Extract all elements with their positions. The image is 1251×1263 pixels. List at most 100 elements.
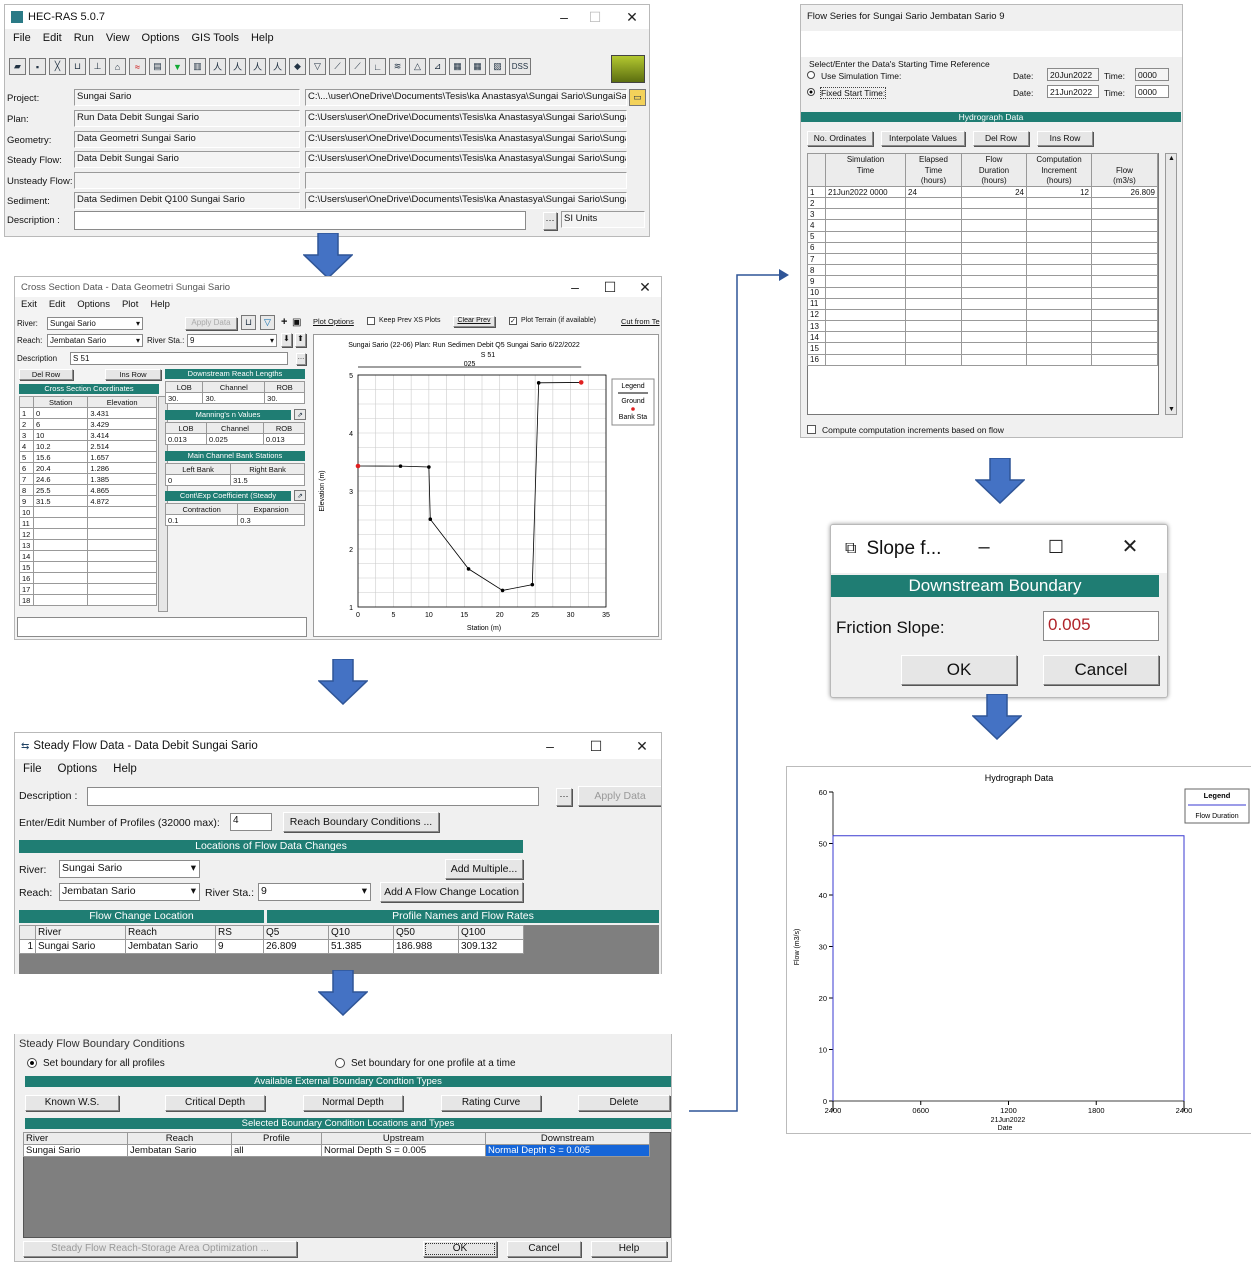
contraction-cell[interactable]: 0.1 (164, 514, 239, 526)
sim-time-cell[interactable] (825, 252, 906, 266)
sim-time-cell[interactable] (825, 342, 906, 355)
table-row[interactable]: 3 10 3.414 (19, 429, 157, 441)
bc-help-button[interactable]: Help (591, 1241, 667, 1257)
compute-increments-checkbox[interactable] (807, 425, 816, 434)
sim-time-cell[interactable]: 21Jun2022 0000 (825, 186, 906, 198)
save-project-icon[interactable]: ▪ (29, 58, 46, 75)
table-row[interactable]: 10 (807, 286, 1158, 299)
station-cell[interactable] (32, 594, 89, 606)
increment-cell[interactable] (1026, 275, 1092, 288)
duration-cell[interactable] (961, 286, 1027, 299)
sediment-run-icon[interactable]: 人 (249, 58, 266, 75)
table-row[interactable]: 16 (19, 572, 157, 584)
detail-table-icon[interactable]: ▦ (449, 58, 466, 75)
table-row[interactable]: 3 (807, 208, 1158, 221)
right-bank-cell[interactable]: 31.5 (230, 474, 305, 486)
table-row[interactable]: 11 (19, 517, 157, 529)
station-cell[interactable] (32, 539, 89, 551)
duration-cell[interactable] (961, 252, 1027, 266)
no-ordinates-button[interactable]: No. Ordinates (807, 131, 873, 146)
table-row[interactable]: 7 24.6 1.385 (19, 473, 157, 485)
flow-cell[interactable] (1091, 353, 1158, 366)
menu-edit[interactable]: Edit (49, 299, 65, 310)
table-row[interactable]: 1 21Jun2022 0000 24 24 12 26.809 (807, 186, 1158, 198)
duration-cell[interactable] (961, 320, 1027, 333)
table-row[interactable]: 7 (807, 252, 1158, 266)
duration-cell[interactable] (961, 342, 1027, 355)
keep-prev-checkbox[interactable] (367, 317, 375, 325)
table-row[interactable]: 1 0 3.431 (19, 407, 157, 419)
table-row[interactable]: 6 20.4 1.286 (19, 462, 157, 474)
table-row[interactable]: 12 (807, 308, 1158, 322)
river-station-select[interactable]: 9 ▾ (187, 334, 277, 347)
sim-time-cell[interactable] (825, 241, 906, 254)
table-row[interactable]: 12 (19, 528, 157, 540)
elapsed-cell[interactable] (905, 308, 962, 322)
elapsed-cell[interactable] (905, 241, 962, 254)
optimization-button[interactable]: Steady Flow Reach-Storage Area Optimizat… (23, 1241, 297, 1257)
increment-cell[interactable] (1026, 297, 1092, 310)
bc-reach-cell[interactable]: Jembatan Sario (127, 1144, 232, 1157)
increment-cell[interactable] (1026, 219, 1092, 232)
elevation-cell[interactable]: 4.865 (87, 484, 157, 496)
elevation-cell[interactable]: 4.872 (87, 495, 157, 507)
table-row[interactable]: 11 (807, 297, 1158, 310)
unsteady-run-icon[interactable]: 人 (229, 58, 246, 75)
duration-cell[interactable] (961, 275, 1027, 288)
xyz-plot-icon[interactable]: ≋ (389, 58, 406, 75)
river-select[interactable]: Sungai Sario ▾ (47, 317, 143, 330)
flow-cell[interactable] (1091, 342, 1158, 355)
xs-description-field[interactable]: S 51 (70, 352, 288, 365)
rating-curve-icon[interactable]: ∟ (369, 58, 386, 75)
increment-cell[interactable] (1026, 264, 1092, 277)
stage-hydrograph-icon[interactable]: △ (409, 58, 426, 75)
elapsed-cell[interactable] (905, 264, 962, 277)
q10-cell[interactable]: 51.385 (328, 939, 394, 954)
steady-run-icon[interactable]: 人 (209, 58, 226, 75)
hydro-table[interactable]: Simulation Elapsed Flow Computation Time… (807, 153, 1158, 366)
cont-exp-edit-icon[interactable]: ⇗ (294, 490, 306, 501)
sim-time-cell[interactable] (825, 196, 906, 210)
duration-cell[interactable] (961, 331, 1027, 344)
menu-exit[interactable]: Exit (21, 299, 37, 310)
apply-data-button[interactable]: Apply Data (185, 317, 237, 330)
increment-cell[interactable] (1026, 252, 1092, 266)
elapsed-cell[interactable] (905, 196, 962, 210)
elevation-cell[interactable] (87, 506, 157, 518)
menu-options[interactable]: Options (58, 763, 98, 775)
elevation-cell[interactable]: 1.286 (87, 462, 157, 474)
reach-bc-button[interactable]: Reach Boundary Conditions ... (283, 812, 439, 832)
flow-cell[interactable] (1091, 208, 1158, 221)
flow-cell[interactable]: 26.809 (1091, 186, 1158, 198)
ds-reach-table[interactable]: LOB Channel ROB 30. 30. 30. (164, 381, 305, 404)
increment-cell[interactable] (1026, 308, 1092, 322)
menu-run[interactable]: Run (74, 32, 94, 46)
elapsed-cell[interactable] (905, 275, 962, 288)
increment-cell[interactable]: 12 (1026, 186, 1092, 198)
ds-lob-cell[interactable]: 30. (164, 392, 204, 404)
sim-time-cell[interactable] (825, 331, 906, 344)
time-field-2[interactable]: 0000 (1135, 85, 1169, 98)
steady-flow-icon[interactable]: ≈ (129, 58, 146, 75)
known-ws-button[interactable]: Known W.S. (25, 1095, 119, 1111)
elapsed-cell[interactable] (905, 252, 962, 266)
table-row[interactable]: 9 (807, 275, 1158, 288)
table-row[interactable]: 17 (19, 583, 157, 595)
left-bank-cell[interactable]: 0 (164, 474, 232, 486)
plot-options-link[interactable]: Plot Options (313, 317, 354, 326)
elevation-cell[interactable]: 3.414 (87, 429, 157, 441)
q100-cell[interactable]: 309.132 (458, 939, 524, 954)
del-row-button[interactable]: Del Row (19, 369, 73, 380)
fixed-start-radio[interactable] (807, 88, 815, 96)
sim-time-cell[interactable] (825, 286, 906, 299)
close-icon[interactable]: ✕ (627, 733, 657, 759)
station-cell[interactable] (32, 506, 89, 518)
time-field-1[interactable]: 0000 (1135, 68, 1169, 81)
flow-cell[interactable] (1091, 241, 1158, 254)
flow-cell[interactable] (1091, 297, 1158, 310)
station-cell[interactable] (32, 583, 89, 595)
flow-data-table[interactable]: River Reach RS Q5 Q10 Q50 Q100 1 Sungai … (19, 925, 524, 954)
slope-ok-button[interactable]: OK (901, 655, 1017, 685)
slope-cancel-button[interactable]: Cancel (1043, 655, 1159, 685)
menu-help[interactable]: Help (150, 299, 170, 310)
